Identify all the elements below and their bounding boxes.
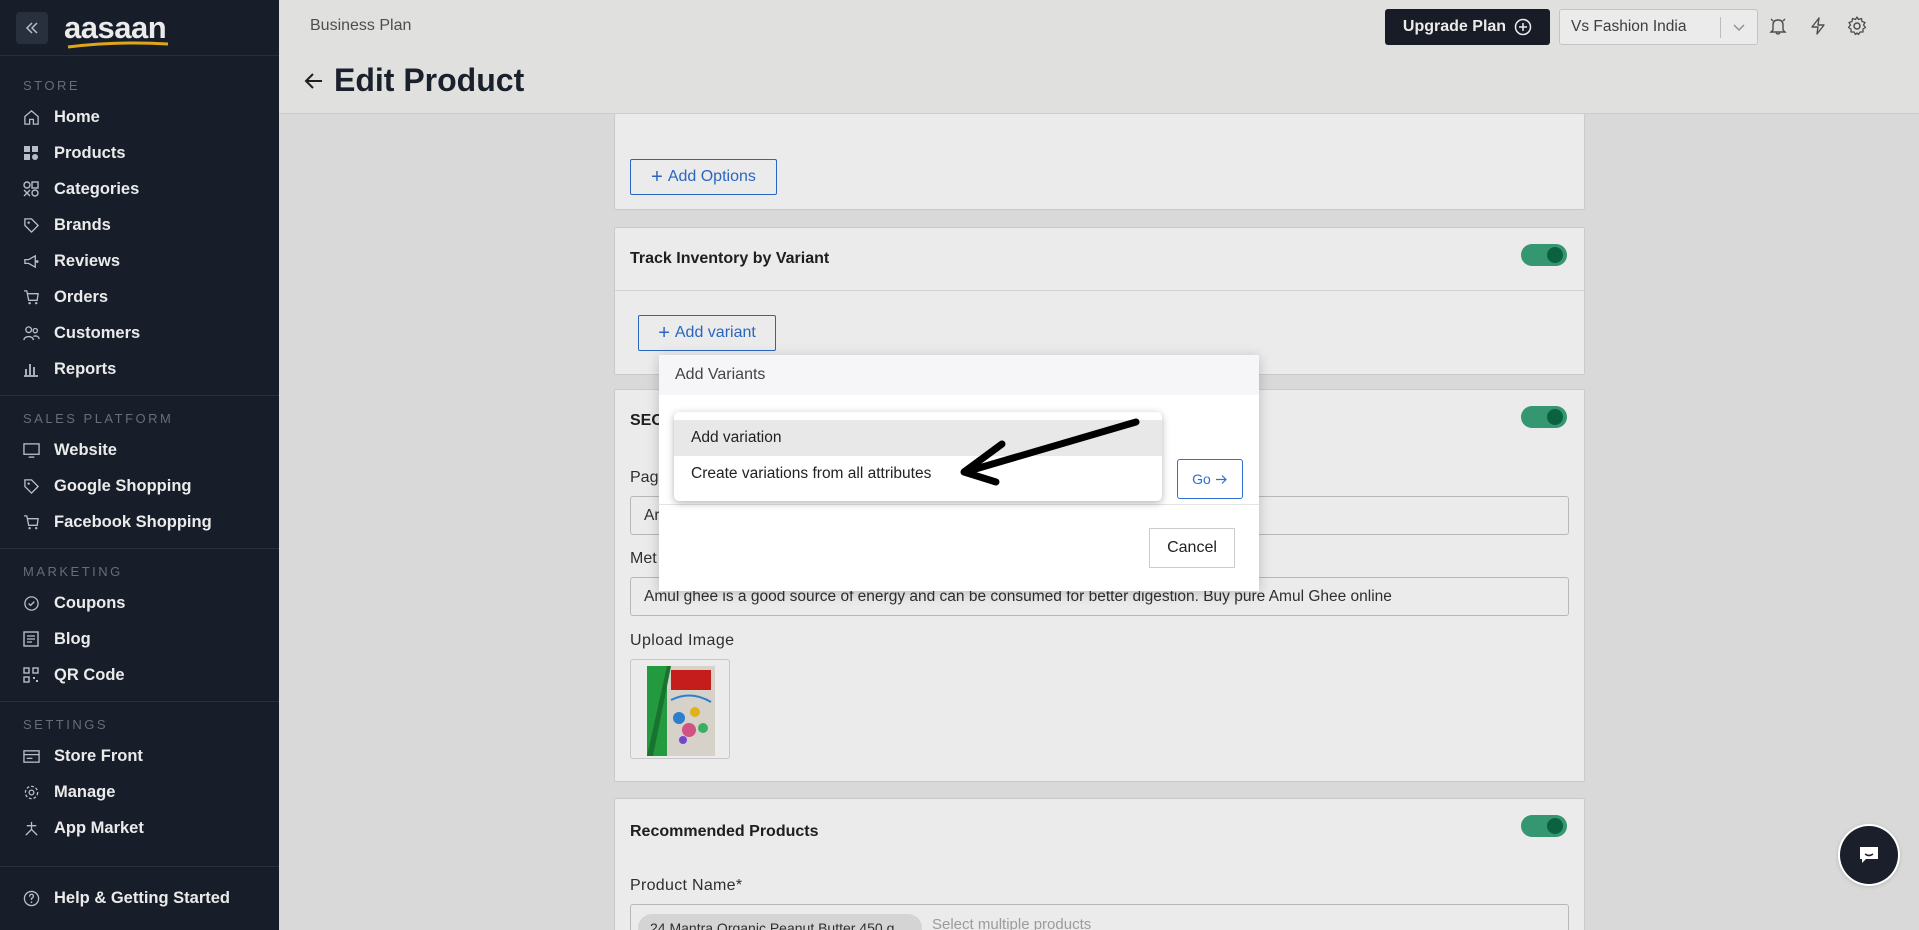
chat-bubble-icon <box>1860 847 1878 863</box>
option-label: Create variations from all attributes <box>691 465 932 482</box>
cancel-label: Cancel <box>1167 539 1217 556</box>
option-label: Add variation <box>691 429 782 446</box>
go-label: Go <box>1192 471 1211 487</box>
annotation-arrow-icon <box>960 418 1140 486</box>
modal-header: Add Variants <box>659 355 1259 395</box>
modal-title: Add Variants <box>675 366 766 383</box>
go-button[interactable]: Go <box>1177 459 1243 499</box>
chat-support-button[interactable] <box>1840 826 1898 884</box>
arrow-right-icon <box>1215 473 1228 486</box>
cancel-button[interactable]: Cancel <box>1149 528 1235 568</box>
